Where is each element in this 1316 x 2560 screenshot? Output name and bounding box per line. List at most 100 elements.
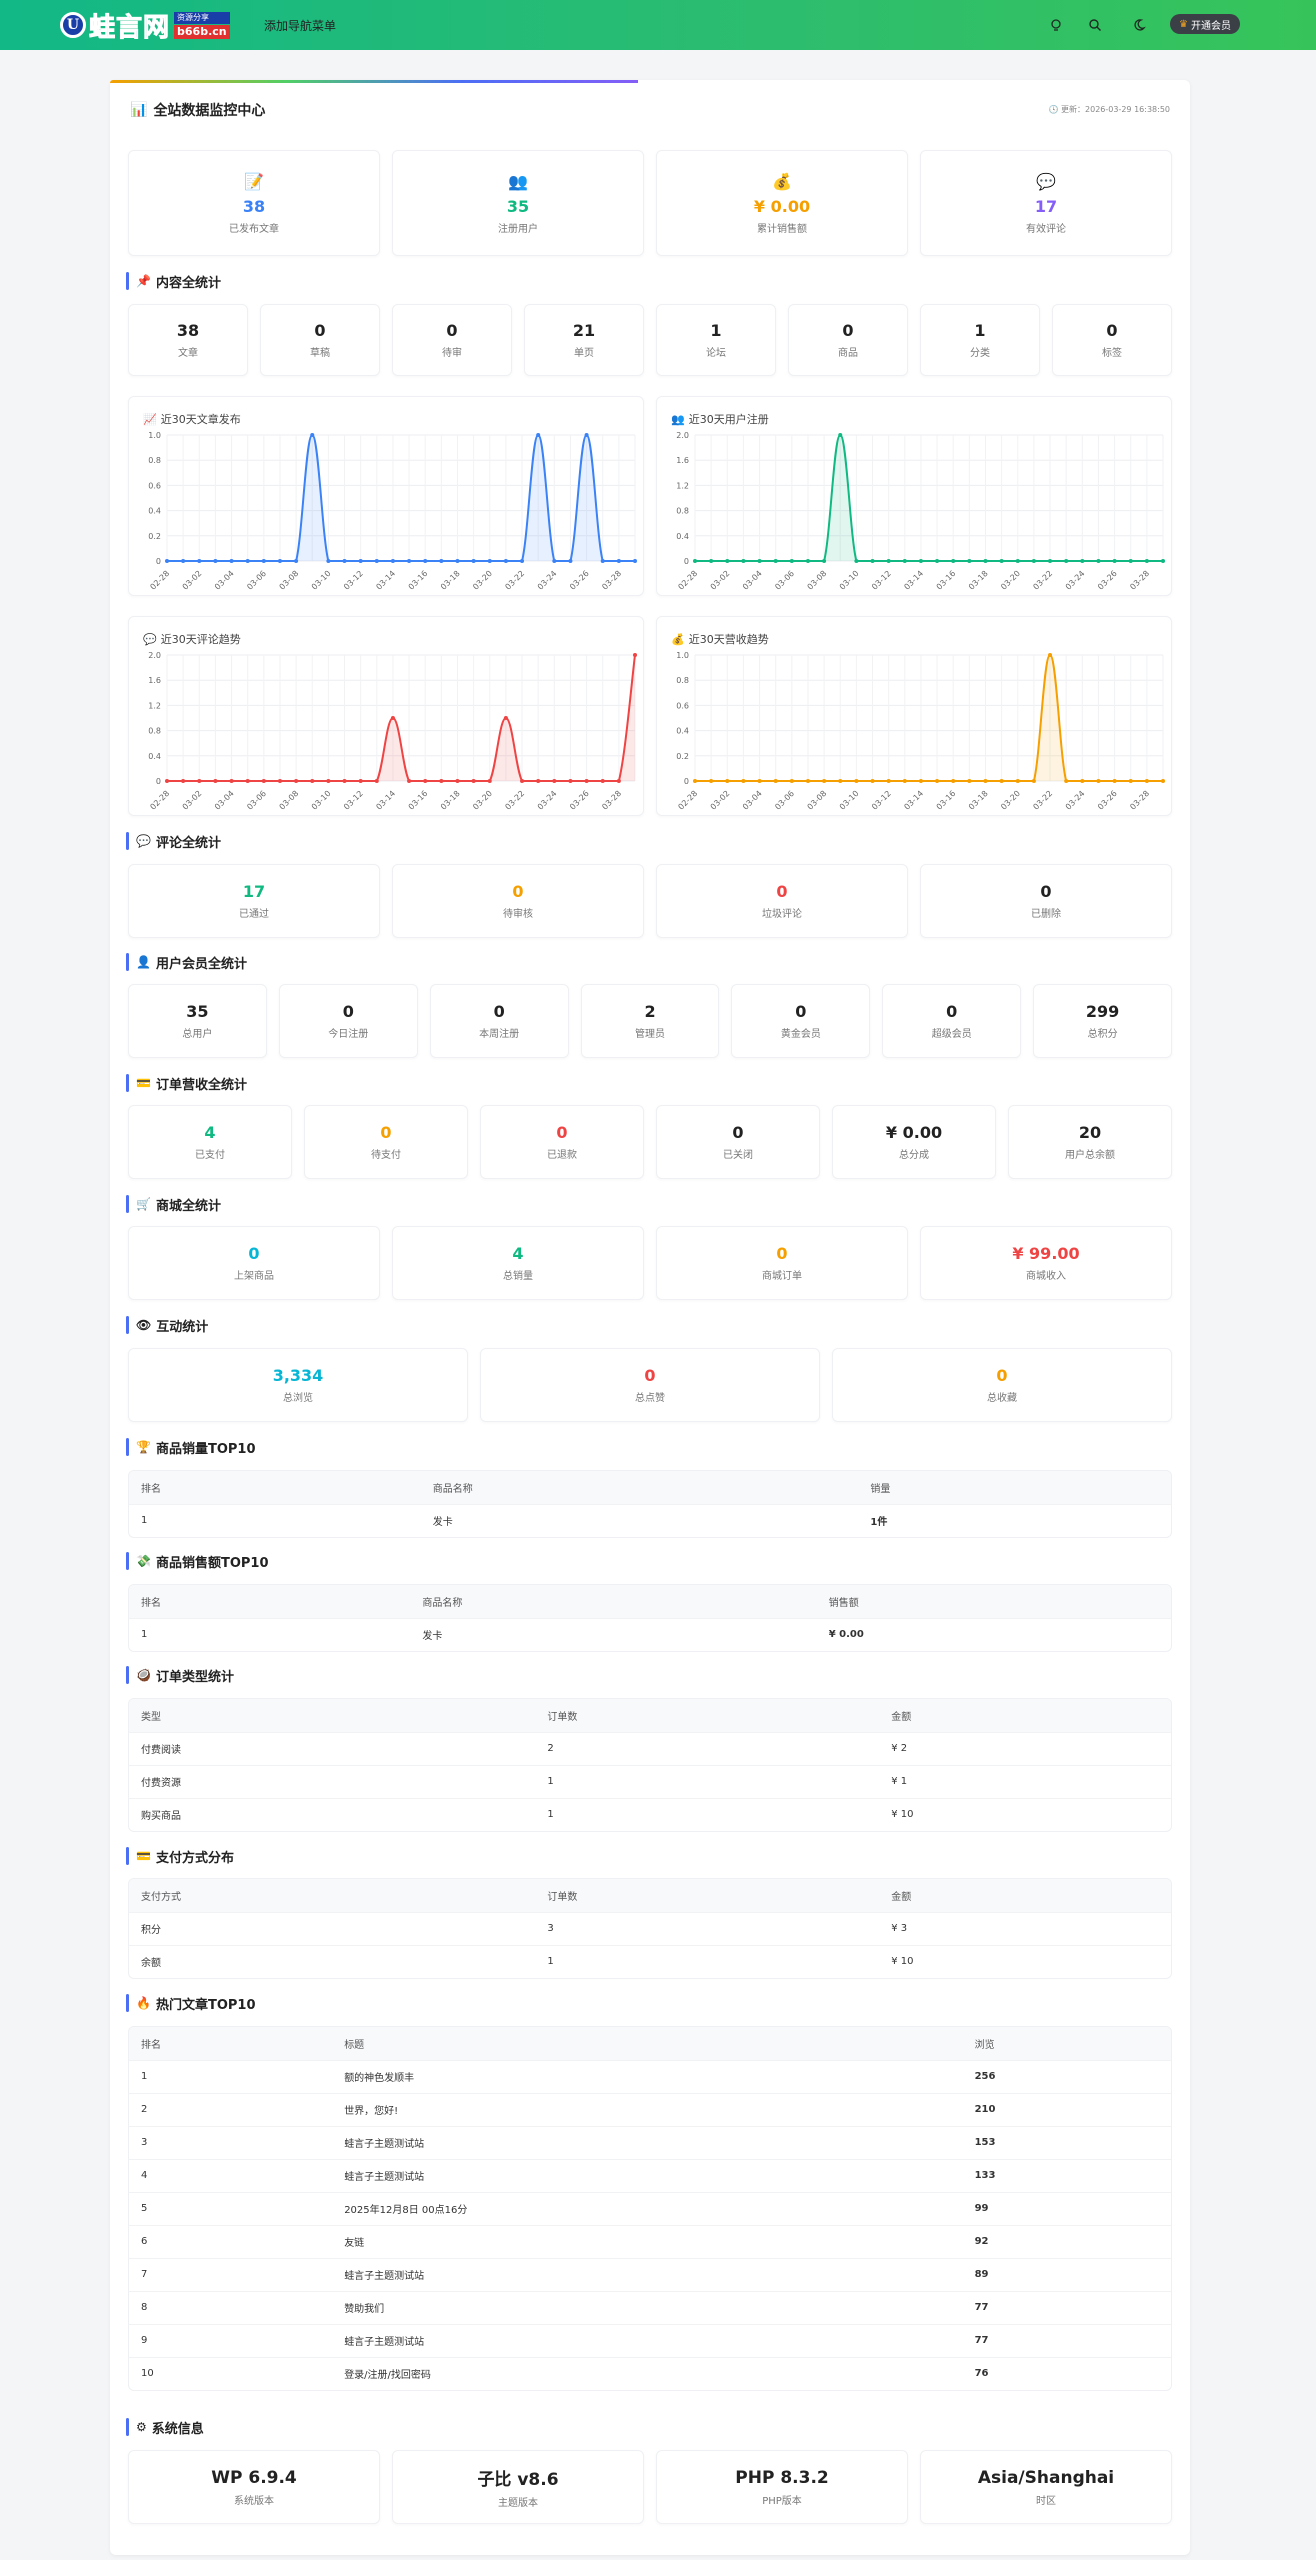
table-row: 付费资源 1 ¥ 1 (129, 1764, 1171, 1798)
vip-label: 开通会员 (1190, 20, 1231, 32)
data-point (757, 779, 762, 783)
stat-label: 商城订单 (762, 1271, 802, 1282)
dark-mode-icon[interactable] (1128, 14, 1150, 36)
data-point (773, 559, 778, 563)
table-cell: 世界，您好! (332, 2092, 963, 2126)
data-point (245, 559, 250, 563)
stat-card: Asia/Shanghai 时区 (920, 2450, 1172, 2524)
stat-value: 0 (493, 1002, 505, 1021)
stat-label: 商品 (838, 348, 858, 359)
orders-section-title: 💳 订单营收全统计 (126, 1074, 247, 1093)
data-point (854, 779, 859, 783)
table-header-cell: 类型 (129, 1699, 536, 1732)
orders-section-title-text: 订单营收全统计 (155, 1077, 247, 1093)
data-point (1064, 779, 1069, 783)
summary-icon: 💬 (1036, 171, 1056, 191)
stat-value: 4 (204, 1123, 216, 1142)
search-icon[interactable] (1084, 14, 1106, 36)
stat-label: 总分成 (899, 1150, 929, 1161)
y-tick-label: 1.6 (148, 676, 161, 685)
table-cell: ¥ 10 (879, 1797, 1171, 1831)
top-header: U 蛙言网 资源分享 b66b.cn 添加导航菜单 ♛ 开通会员 (0, 0, 1316, 50)
x-tick-label: 03-10 (310, 569, 333, 592)
data-table: 排名 标题 浏览 1 额的神色发顺丰 256 2 世界，您好! 210 3 蛙言子主题测试站 153 4… (129, 2027, 1171, 2390)
table-header-cell: 金额 (879, 1879, 1171, 1912)
stat-value: 0 (248, 1244, 260, 1263)
chart-svg: 0 0.2 0.4 0.6 0.8 1.0 02-28 03-02 03-04 03-06 03-0… (676, 651, 1165, 812)
x-tick-label: 03-02 (181, 569, 204, 592)
data-point (1128, 779, 1133, 783)
site-logo[interactable]: U 蛙言网 资源分享 b66b.cn (60, 9, 230, 43)
data-point (1048, 653, 1053, 657)
table-cell: 92 (962, 2224, 1171, 2258)
data-point (261, 559, 266, 563)
summary-value: 35 (506, 196, 530, 216)
series-area (695, 435, 1163, 561)
x-tick-label: 03-12 (870, 789, 893, 812)
system-info: WP 6.9.4 系统版本 子比 v8.6 主题版本 PHP 8.3.2 PHP版本 Asi… (128, 2450, 1172, 2524)
x-tick-label: 02-28 (148, 789, 171, 812)
stat-value: 299 (1085, 1002, 1120, 1021)
summary-value: 17 (1034, 196, 1058, 216)
stat-value: 0 (1040, 882, 1052, 901)
data-point (390, 559, 395, 563)
table-cell: 10 (129, 2356, 333, 2390)
table-cell: 256 (962, 2059, 1171, 2093)
stat-label: 待支付 (371, 1150, 401, 1161)
table-cell: 89 (962, 2257, 1171, 2291)
x-tick-label: 03-08 (278, 569, 301, 592)
data-point (584, 779, 589, 783)
data-point (951, 559, 956, 563)
x-tick-label: 03-28 (1128, 789, 1151, 812)
stat-card: WP 6.9.4 系统版本 (128, 2450, 380, 2524)
add-nav-menu-link[interactable]: 添加导航菜单 (264, 17, 336, 34)
data-point (1031, 779, 1036, 783)
chart-article-publish: 📈 近30天文章发布 0 0.2 0.4 0.6 0.8 1.0 02-28 03-02 03-04… (128, 396, 644, 596)
stat-card: 0 本周注册 (429, 984, 569, 1058)
data-point (805, 559, 810, 563)
clock-icon: 🕓 (1048, 105, 1059, 114)
summary-icon: 👥 (508, 171, 528, 191)
user-stats: 35 总用户 0 今日注册 0 本周注册 2 管理员 0 黄金会员 0 超级会员 299 总积分 (128, 984, 1173, 1058)
table-cell: 积分 (129, 1911, 536, 1945)
data-point (455, 559, 460, 563)
data-point (471, 559, 476, 563)
data-point (918, 559, 923, 563)
data-point (741, 559, 746, 563)
chart-svg: 0 0.2 0.4 0.6 0.8 1.0 02-28 03-02 03-04 03-06 03-0… (148, 431, 637, 592)
bulb-icon[interactable] (1045, 14, 1067, 36)
table-cell: ¥ 2 (879, 1731, 1171, 1765)
data-point (693, 559, 697, 563)
logo-domain: b66b.cn (174, 24, 230, 39)
y-tick-label: 1.0 (148, 431, 161, 440)
x-tick-label: 02-28 (148, 569, 171, 592)
stat-value: 0 (380, 1123, 392, 1142)
data-point (439, 559, 444, 563)
data-point (951, 779, 956, 783)
logo-sub: 资源分享 b66b.cn (174, 11, 230, 39)
stat-value: 0 (795, 1002, 807, 1021)
data-point (165, 559, 169, 563)
x-tick-label: 03-20 (471, 569, 494, 592)
table-row: 10 登录/注册/找回密码 76 (129, 2356, 1171, 2390)
data-point (693, 779, 697, 783)
data-point (999, 779, 1004, 783)
data-point (1128, 559, 1133, 563)
stat-card: 0 上架商品 (128, 1226, 380, 1300)
series-area (167, 655, 635, 781)
stat-label: 已支付 (195, 1150, 225, 1161)
summary-label: 累计销售额 (757, 223, 807, 235)
data-point (520, 779, 525, 783)
stat-label: 总积分 (1087, 1029, 1118, 1040)
table-cell: 133 (962, 2158, 1171, 2192)
stat-label: 系统版本 (234, 2495, 274, 2507)
data-point (870, 559, 875, 563)
open-vip-button[interactable]: ♛ 开通会员 (1170, 14, 1240, 34)
stat-value: 0 (776, 1244, 788, 1263)
stat-card: 0 标签 (1052, 304, 1172, 376)
x-tick-label: 03-22 (503, 569, 526, 592)
stat-value: 0 (732, 1123, 744, 1142)
x-tick-label: 03-12 (342, 569, 365, 592)
stat-card: 0 草稿 (260, 304, 380, 376)
stat-value: 0 (512, 882, 524, 901)
